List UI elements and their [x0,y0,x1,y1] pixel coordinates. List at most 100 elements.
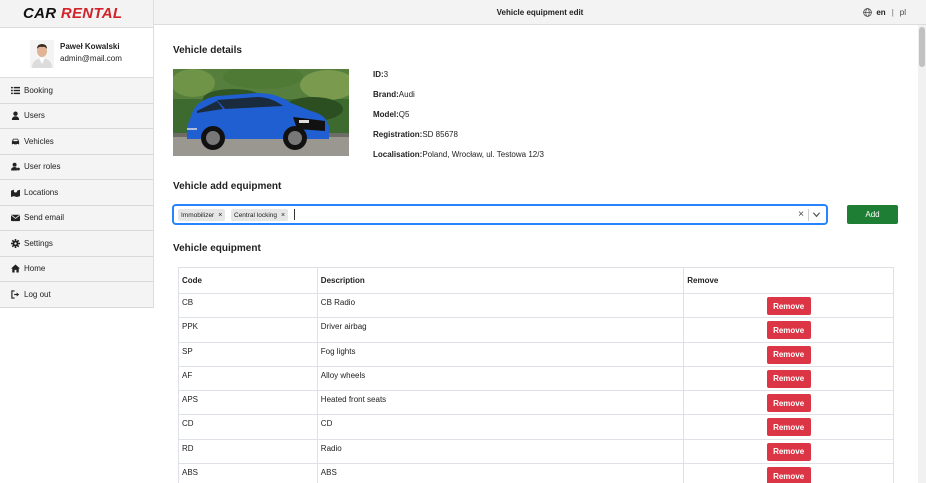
home-icon [10,264,20,274]
remove-button[interactable]: Remove [766,321,811,340]
remove-button[interactable]: Remove [766,394,811,413]
remove-button[interactable]: Remove [766,418,811,437]
user-profile: Paweł Kowalski admin@mail.com [0,28,153,78]
cell-code: CD [178,414,318,440]
sidebar-item-user-roles[interactable]: User roles [0,154,153,180]
user-email: admin@mail.com [60,54,122,63]
language-separator: | [891,8,894,17]
remove-button[interactable]: Remove [766,297,811,315]
cell-description: Radio [316,438,685,465]
cell-code: ABS [178,463,318,483]
page-title: Vehicle equipment edit [496,8,584,17]
avatar [30,40,54,68]
table-row: CB CB Radio Remove [178,292,894,319]
cell-description: Fog lights [316,341,685,367]
sidebar-item-label: Settings [24,238,53,248]
cell-remove: Remove [683,292,894,319]
table-row: RD Radio Remove [178,438,894,465]
cell-code: CB [178,292,318,319]
remove-tag-icon[interactable]: × [281,212,285,219]
table-row: CD CD Remove [178,414,894,440]
cell-remove: Remove [683,463,894,483]
sidebar-item-label: Home [24,264,46,274]
sidebar-item-label: Send email [24,213,65,223]
add-equipment-title: Vehicle add equipment [173,181,282,192]
sidebar-item-label: Vehicles [24,136,54,146]
table-row: APS Heated front seats Remove [178,390,894,416]
car-icon [10,136,20,146]
table-row: ABS ABS Remove [178,463,894,483]
equipment-table: Code Description Remove CB CB Radio Remove… [178,267,894,483]
vehicle-localisation: Localisation:Poland, Wrocław, ul. Testow… [373,150,544,159]
cell-code: PPK [178,317,318,343]
cell-remove: Remove [683,390,894,416]
cell-remove: Remove [683,438,894,465]
remove-button[interactable]: Remove [766,467,811,483]
column-header-remove: Remove [683,267,894,294]
equipment-multiselect[interactable]: Immobilizer × Central locking × × [173,205,827,224]
vehicle-registration: Registration:SD 85678 [373,130,458,139]
remove-button[interactable]: Remove [766,345,811,364]
scrollbar-thumb[interactable] [919,27,925,67]
table-row: PPK Driver airbag Remove [178,317,894,343]
sidebar-item-send-email[interactable]: Send email [0,205,153,231]
chevron-down-icon[interactable] [812,210,821,219]
sidebar: CAR RENTAL Paweł Kowalski admin@mail.com… [0,0,154,308]
sidebar-item-settings[interactable]: Settings [0,231,153,257]
map-icon [10,187,20,197]
user-icon [10,111,20,121]
app-logo[interactable]: CAR RENTAL [0,0,153,28]
vehicle-image [173,69,349,156]
sidebar-item-label: Log out [24,289,51,299]
sidebar-item-users[interactable]: Users [0,103,153,129]
user-cog-icon [10,162,20,172]
sidebar-item-label: Users [24,111,45,121]
add-button[interactable]: Add [847,205,898,224]
vehicle-brand: Brand:Audi [373,90,415,99]
cell-code: AF [178,365,318,392]
remove-tag-icon[interactable]: × [218,212,222,219]
cell-remove: Remove [683,341,894,367]
language-en[interactable]: en [876,8,885,17]
envelope-icon [10,213,20,223]
remove-button[interactable]: Remove [766,442,811,461]
sidebar-item-label: Booking [24,85,53,95]
language-pl[interactable]: pl [900,8,906,17]
gear-icon [10,238,20,248]
sidebar-item-log-out[interactable]: Log out [0,282,153,308]
logo-text-car: CAR [23,5,57,22]
selected-tag-label: Central locking [234,211,277,219]
cell-description: CD [316,414,685,440]
cell-description: ABS [316,463,685,483]
sidebar-item-vehicles[interactable]: Vehicles [0,129,153,155]
selected-tag: Central locking × [231,209,289,221]
list-icon [10,85,20,95]
vehicle-id: ID:3 [373,70,389,79]
cell-description: Driver airbag [316,317,685,343]
indicator-separator [808,209,809,221]
globe-icon [863,8,873,17]
cell-code: APS [178,390,318,416]
cell-remove: Remove [683,317,894,343]
sidebar-item-booking[interactable]: Booking [0,78,153,104]
clear-icon[interactable]: × [798,209,804,220]
cell-description: CB Radio [316,292,685,319]
table-header-row: Code Description Remove [178,267,894,294]
remove-button[interactable]: Remove [766,369,811,388]
user-name: Paweł Kowalski [60,42,120,51]
selected-tag: Immobilizer × [178,209,226,221]
vehicle-model: Model:Q5 [373,110,410,119]
table-row: AF Alloy wheels Remove [178,365,894,392]
sidebar-item-locations[interactable]: Locations [0,180,153,206]
logo-text-rental: RENTAL [60,5,123,22]
text-cursor [294,209,295,220]
cell-description: Alloy wheels [316,365,685,392]
equipment-title: Vehicle equipment [173,243,261,254]
cell-code: RD [178,438,318,465]
scrollbar[interactable] [918,25,926,483]
selected-tag-label: Immobilizer [181,211,215,219]
column-header-description: Description [316,267,685,294]
cell-code: SP [178,341,318,367]
sidebar-item-home[interactable]: Home [0,256,153,282]
language-switcher: en | pl [863,8,906,17]
